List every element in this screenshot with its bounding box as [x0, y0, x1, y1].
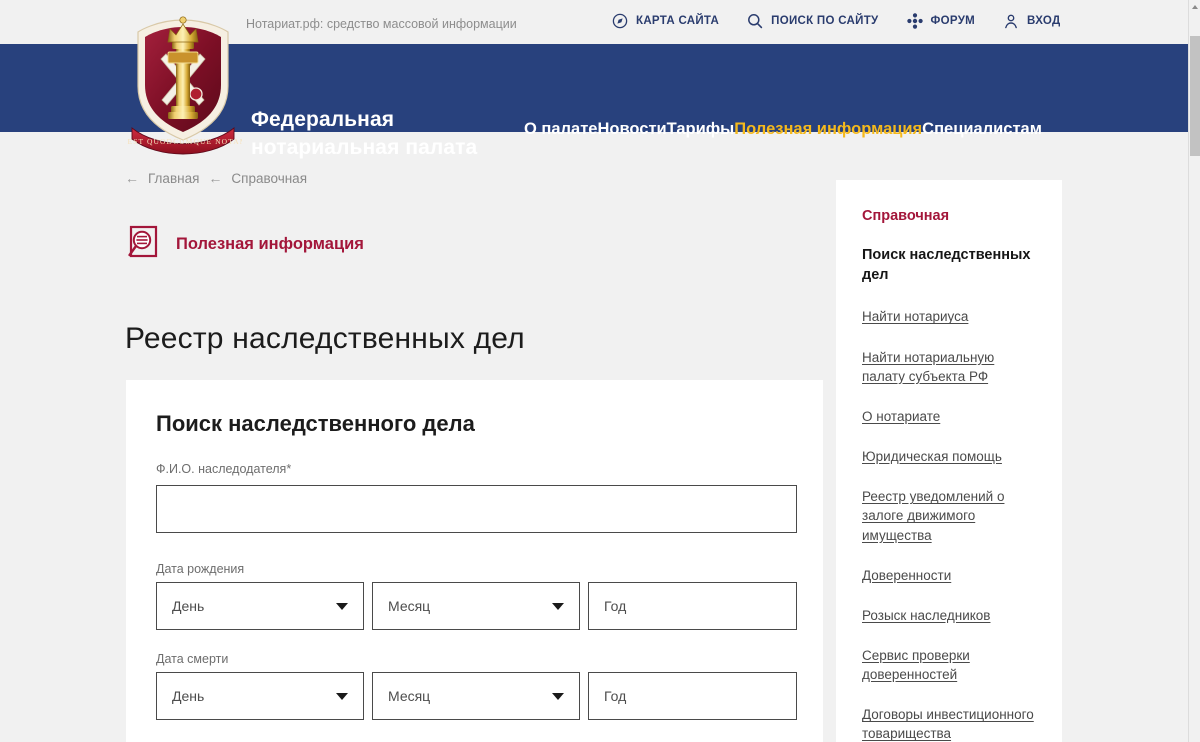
breadcrumb-item-home[interactable]: Главная [148, 171, 199, 186]
nav-item-useful-info[interactable]: Полезная информация [734, 120, 922, 139]
sidebar-item-powers-of-attorney[interactable]: Доверенности [862, 566, 1036, 585]
chevron-down-icon [336, 602, 348, 610]
site-tagline: Нотариат.рф: средство массовой информаци… [246, 17, 517, 31]
sidebar-item-find-notary[interactable]: Найти нотариуса [862, 307, 1036, 326]
sidebar-item-about-notariat[interactable]: О нотариате [862, 407, 1036, 426]
death-date-group-label: Дата смерти [156, 652, 229, 666]
section-heading-label: Полезная информация [176, 235, 364, 253]
compass-icon [612, 13, 628, 29]
emblem-icon[interactable]: LEX EST QUODCUMQUE NOTAMUS [107, 8, 258, 160]
svg-text:LEX EST QUODCUMQUE NOTAMUS: LEX EST QUODCUMQUE NOTAMUS [124, 137, 242, 146]
page-title: Реестр наследственных дел [125, 322, 525, 356]
sidebar-item-poa-verification[interactable]: Сервис проверки доверенностей [862, 646, 1036, 684]
search-form-card: Поиск наследственного дела Ф.И.О. наслед… [126, 380, 823, 742]
death-month-select[interactable]: Месяц [372, 672, 580, 720]
death-day-select[interactable]: День [156, 672, 364, 720]
site-search-link[interactable]: ПОИСК ПО САЙТУ [747, 13, 878, 29]
fio-input[interactable] [156, 485, 797, 533]
forum-icon [906, 13, 923, 29]
death-day-value: День [172, 688, 205, 704]
death-year-input[interactable] [588, 672, 797, 720]
sidebar-item-find-chamber[interactable]: Найти нотариальную палату субъекта РФ [862, 348, 1036, 386]
scroll-up-arrow-icon[interactable] [1192, 5, 1198, 9]
chevron-down-icon [336, 692, 348, 700]
sidebar-item-legal-help[interactable]: Юридическая помощь [862, 447, 1036, 466]
section-heading: Полезная информация [126, 225, 364, 264]
birth-date-group-label: Дата рождения [156, 562, 245, 576]
nav-item-news[interactable]: Новости [597, 120, 666, 139]
breadcrumb: ← Главная ← Справочная [125, 170, 307, 186]
document-search-icon [126, 225, 158, 264]
chevron-down-icon [552, 602, 564, 610]
login-link[interactable]: ВХОД [1003, 13, 1060, 29]
nav-item-tariffs[interactable]: Тарифы [667, 120, 735, 139]
scrollbar-thumb[interactable] [1190, 36, 1200, 156]
sidebar-item-investment-partnership[interactable]: Договоры инвестиционного товарищества [862, 705, 1036, 742]
fio-required-mark: * [286, 462, 292, 476]
reference-sidebar: Справочная Поиск наследственных дел Найт… [836, 180, 1062, 742]
death-month-value: Месяц [388, 688, 431, 704]
sitemap-link[interactable]: КАРТА САЙТА [612, 13, 719, 29]
sitemap-label: КАРТА САЙТА [636, 15, 720, 27]
nav-item-about[interactable]: О палате [524, 120, 597, 139]
breadcrumb-arrow-icon: ← [125, 170, 139, 186]
main-navigation: О палате Новости Тарифы Полезная информа… [524, 120, 1042, 139]
fio-field-label: Ф.И.О. наследодателя* [156, 462, 291, 476]
top-links-group: КАРТА САЙТА ПОИСК ПО САЙТУ ФОРУМ ВХОД [612, 13, 1060, 29]
nav-item-specialists[interactable]: Специалистам [922, 120, 1042, 139]
birth-month-select[interactable]: Месяц [372, 582, 580, 630]
birth-year-input[interactable] [588, 582, 797, 630]
search-icon [747, 13, 763, 29]
login-label: ВХОД [1027, 15, 1061, 27]
site-search-label: ПОИСК ПО САЙТУ [771, 15, 879, 27]
page-scrollbar[interactable] [1188, 0, 1200, 742]
birth-day-select[interactable]: День [156, 582, 364, 630]
birth-day-value: День [172, 598, 205, 614]
brand-title: Федеральная нотариальная палата [251, 108, 478, 159]
form-title: Поиск наследственного дела [156, 411, 475, 436]
breadcrumb-arrow-icon-2: ← [208, 170, 223, 186]
forum-link[interactable]: ФОРУМ [906, 13, 976, 29]
chevron-down-icon [552, 692, 564, 700]
sidebar-kicker: Справочная [862, 208, 950, 224]
forum-label: ФОРУМ [930, 15, 976, 27]
fio-label-text: Ф.И.О. наследодателя [156, 462, 287, 476]
birth-month-value: Месяц [388, 598, 431, 614]
breadcrumb-item-reference[interactable]: Справочная [231, 171, 307, 186]
sidebar-item-current: Поиск наследственных дел [862, 247, 1031, 283]
user-icon [1003, 13, 1019, 29]
sidebar-item-pledge-registry[interactable]: Реестр уведомлений о залоге движимого им… [862, 487, 1036, 544]
sidebar-item-heir-search[interactable]: Розыск наследников [862, 606, 1036, 625]
